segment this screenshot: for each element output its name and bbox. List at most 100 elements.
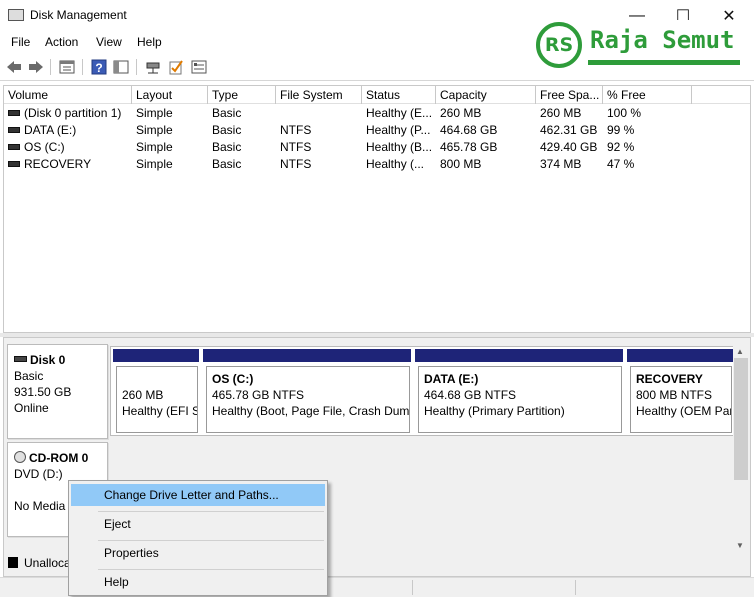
disk-management-icon [8, 9, 24, 21]
cell-file-system: NTFS [280, 123, 312, 137]
svg-text:?: ? [95, 61, 102, 75]
cell-status: Healthy (B... [366, 140, 433, 154]
cell-volume: OS (C:) [4, 139, 132, 156]
partition-size: 465.78 GB NTFS [212, 388, 305, 402]
cell-layout: Simple [136, 140, 173, 154]
menu-help[interactable]: Help [137, 35, 162, 49]
cell-type: Basic [212, 140, 242, 154]
volume-icon [8, 143, 20, 150]
partition-status: Healthy (OEM Par [636, 404, 732, 418]
logo-name: Raja Semut [590, 26, 735, 54]
cell-capacity: 465.78 GB [440, 140, 498, 154]
partition-size: 464.68 GB NTFS [424, 388, 517, 402]
scroll-down-icon[interactable]: ▼ [736, 541, 744, 550]
column-header-type[interactable]: Type [208, 86, 276, 104]
cell-percent-free: 100 % [607, 106, 642, 120]
settings-icon[interactable] [190, 58, 208, 76]
menu-view[interactable]: View [96, 35, 122, 49]
logo-initials: RS [536, 22, 582, 68]
column-header-percent-free[interactable]: % Free [603, 86, 692, 104]
cell-status: Healthy (... [366, 157, 425, 171]
cell-percent-free: 47 % [607, 157, 635, 171]
menu-file[interactable]: File [11, 35, 30, 49]
cell-layout: Simple [136, 123, 173, 137]
cell-capacity: 800 MB [440, 157, 482, 171]
disk0-partitions: 260 MB Healthy (EFI Sy OS (C:) 465.78 GB… [110, 346, 735, 436]
window-title: Disk Management [30, 8, 127, 22]
column-header-free-space[interactable]: Free Spa... [536, 86, 603, 104]
partition-status: Healthy (Boot, Page File, Crash Dump [212, 404, 410, 418]
disk0-size: 931.50 GB [14, 385, 72, 399]
volume-icon [8, 109, 20, 116]
table-row[interactable]: RECOVERY Simple Basic NTFS Healthy (... … [4, 156, 750, 173]
disk0-label[interactable]: Disk 0 Basic 931.50 GB Online [7, 344, 108, 439]
cell-free-space: 429.40 GB [540, 140, 598, 154]
table-row[interactable]: OS (C:) Simple Basic NTFS Healthy (B... … [4, 139, 750, 156]
column-header-layout[interactable]: Layout [132, 86, 208, 104]
menu-item-help[interactable]: Help [71, 571, 325, 593]
partition-os-c[interactable]: OS (C:) 465.78 GB NTFS Healthy (Boot, Pa… [201, 347, 413, 435]
partition-title: OS (C:) [212, 372, 254, 386]
partition-title: RECOVERY [636, 372, 703, 386]
menu-item-properties[interactable]: Properties [71, 542, 325, 564]
partition-recovery[interactable]: RECOVERY 800 MB NTFS Healthy (OEM Par [625, 347, 735, 435]
cell-volume: DATA (E:) [4, 122, 132, 139]
cell-free-space: 260 MB [540, 106, 582, 120]
scrollbar-thumb[interactable] [734, 358, 748, 480]
partition-status: Healthy (Primary Partition) [424, 404, 565, 418]
context-menu: Change Drive Letter and Paths... Eject P… [68, 480, 328, 596]
cell-free-space: 374 MB [540, 157, 582, 171]
column-header-capacity[interactable]: Capacity [436, 86, 536, 104]
disk-icon [14, 355, 27, 362]
disk0-name: Disk 0 [30, 353, 66, 367]
cell-percent-free: 92 % [607, 140, 635, 154]
legend-unallocated: Unalloca [24, 556, 71, 570]
check-icon[interactable] [167, 58, 185, 76]
show-hide-icon[interactable] [112, 58, 130, 76]
column-header-status[interactable]: Status [362, 86, 436, 104]
partition-status: Healthy (EFI Sy [122, 404, 198, 418]
cd-rom-icon [14, 450, 26, 463]
help-icon[interactable]: ? [90, 58, 108, 76]
volume-icon [8, 160, 20, 167]
table-row[interactable]: DATA (E:) Simple Basic NTFS Healthy (P..… [4, 122, 750, 139]
cell-file-system: NTFS [280, 140, 312, 154]
partition-title [122, 371, 192, 387]
table-row[interactable]: (Disk 0 partition 1) Simple Basic Health… [4, 105, 750, 122]
raja-semut-logo: RS Raja Semut [534, 20, 746, 70]
partition-title: DATA (E:) [424, 372, 479, 386]
connect-icon[interactable] [144, 58, 162, 76]
unallocated-swatch [8, 557, 18, 569]
cell-status: Healthy (E... [366, 106, 433, 120]
column-header-volume[interactable]: Volume [4, 86, 132, 104]
cell-capacity: 464.68 GB [440, 123, 498, 137]
cell-layout: Simple [136, 106, 173, 120]
cell-layout: Simple [136, 157, 173, 171]
scroll-up-icon[interactable]: ▲ [736, 347, 744, 356]
cell-volume: (Disk 0 partition 1) [4, 105, 132, 122]
cell-type: Basic [212, 123, 242, 137]
partition-data-e[interactable]: DATA (E:) 464.68 GB NTFS Healthy (Primar… [413, 347, 625, 435]
properties-icon[interactable] [58, 58, 76, 76]
menu-item-change-drive-letter[interactable]: Change Drive Letter and Paths... [71, 484, 325, 506]
cdrom-name: CD-ROM 0 [29, 451, 89, 465]
menu-item-eject[interactable]: Eject [71, 513, 325, 535]
cell-file-system: NTFS [280, 157, 312, 171]
cell-capacity: 260 MB [440, 106, 482, 120]
column-header-file-system[interactable]: File System [276, 86, 362, 104]
volume-list: Volume Layout Type File System Status Ca… [3, 85, 751, 333]
cell-type: Basic [212, 157, 242, 171]
disk0-type: Basic [14, 369, 44, 383]
volume-list-header: Volume Layout Type File System Status Ca… [4, 86, 750, 104]
forward-icon[interactable] [27, 58, 45, 76]
partition-size: 800 MB NTFS [636, 388, 713, 402]
cell-percent-free: 99 % [607, 123, 635, 137]
back-icon[interactable] [5, 58, 23, 76]
cell-status: Healthy (P... [366, 123, 431, 137]
disk-pane-scrollbar[interactable]: ▲ ▼ [733, 346, 749, 551]
partition-efi[interactable]: 260 MB Healthy (EFI Sy [111, 347, 201, 435]
cell-file-system [276, 105, 362, 122]
partition-size: 260 MB [122, 388, 164, 402]
menu-action[interactable]: Action [45, 35, 78, 49]
cell-volume: RECOVERY [4, 156, 132, 173]
